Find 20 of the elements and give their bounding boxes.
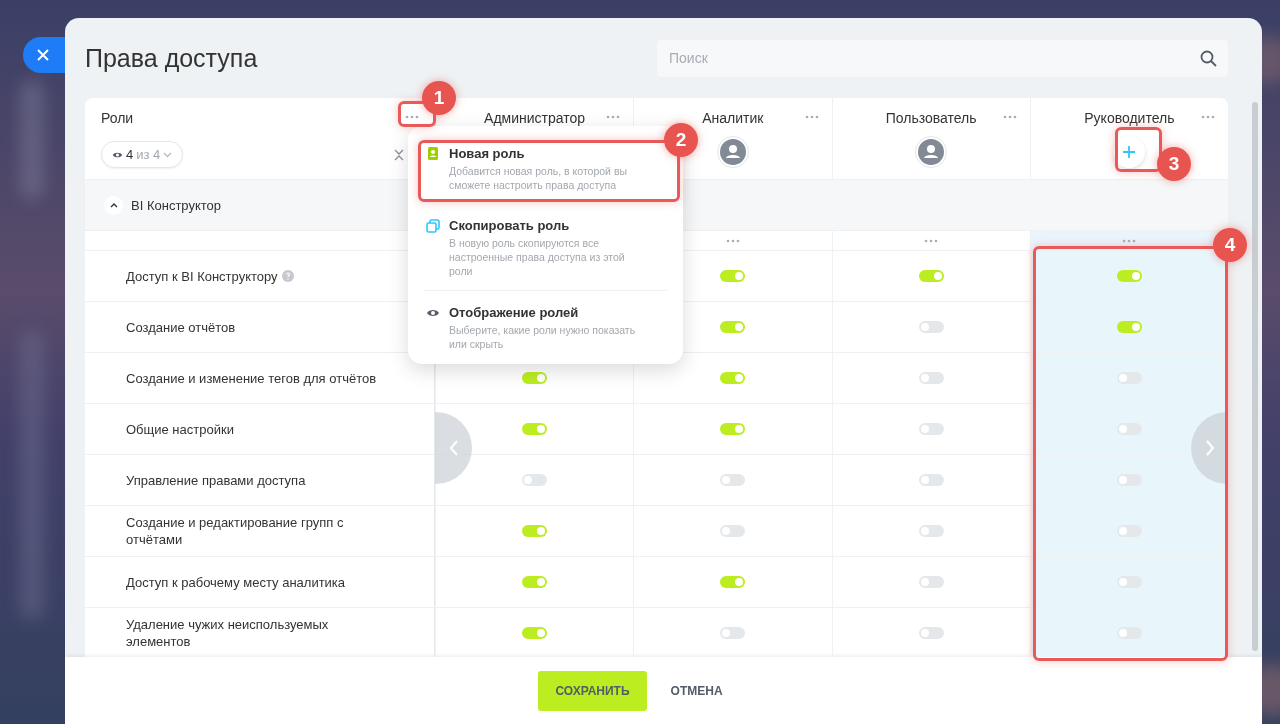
permission-label: Управление правами доступа [126,471,306,489]
save-button[interactable]: СОХРАНИТЬ [538,670,647,711]
page-title: Права доступа [85,43,258,73]
role-name: Аналитик [702,110,764,128]
permission-label: Удаление чужих неиспользуемых элементов [126,616,330,650]
permission-label: Создание и редактирование групп с отчётами [126,514,345,548]
role-name: Пользователь [885,110,977,128]
search-field[interactable]: Поиск [657,39,1228,77]
menu-item[interactable]: Новая роль Добавится новая роль, в которой вы сможете настроить права доступа [424,146,664,192]
permission-label: Доступ к рабочему месту аналитика [126,573,346,591]
role-name: Администратор [484,110,586,128]
cancel-button[interactable]: ОТМЕНА [664,682,729,699]
column-title: Роли [101,110,134,126]
permission-label: Общие настройки [126,420,234,438]
permission-label: Доступ к BI Конструктору [126,267,278,285]
permission-label: Создание и изменение тегов для отчётов [126,369,377,387]
menu-item[interactable]: Скопировать роль В новую роль скопируются все настроенные права доступа из этой роли [424,212,667,286]
permission-label: Создание отчётов [126,318,236,336]
role-name: Руководитель [1084,110,1175,128]
roles-filter-button[interactable]: 4 из 4 [101,141,184,168]
